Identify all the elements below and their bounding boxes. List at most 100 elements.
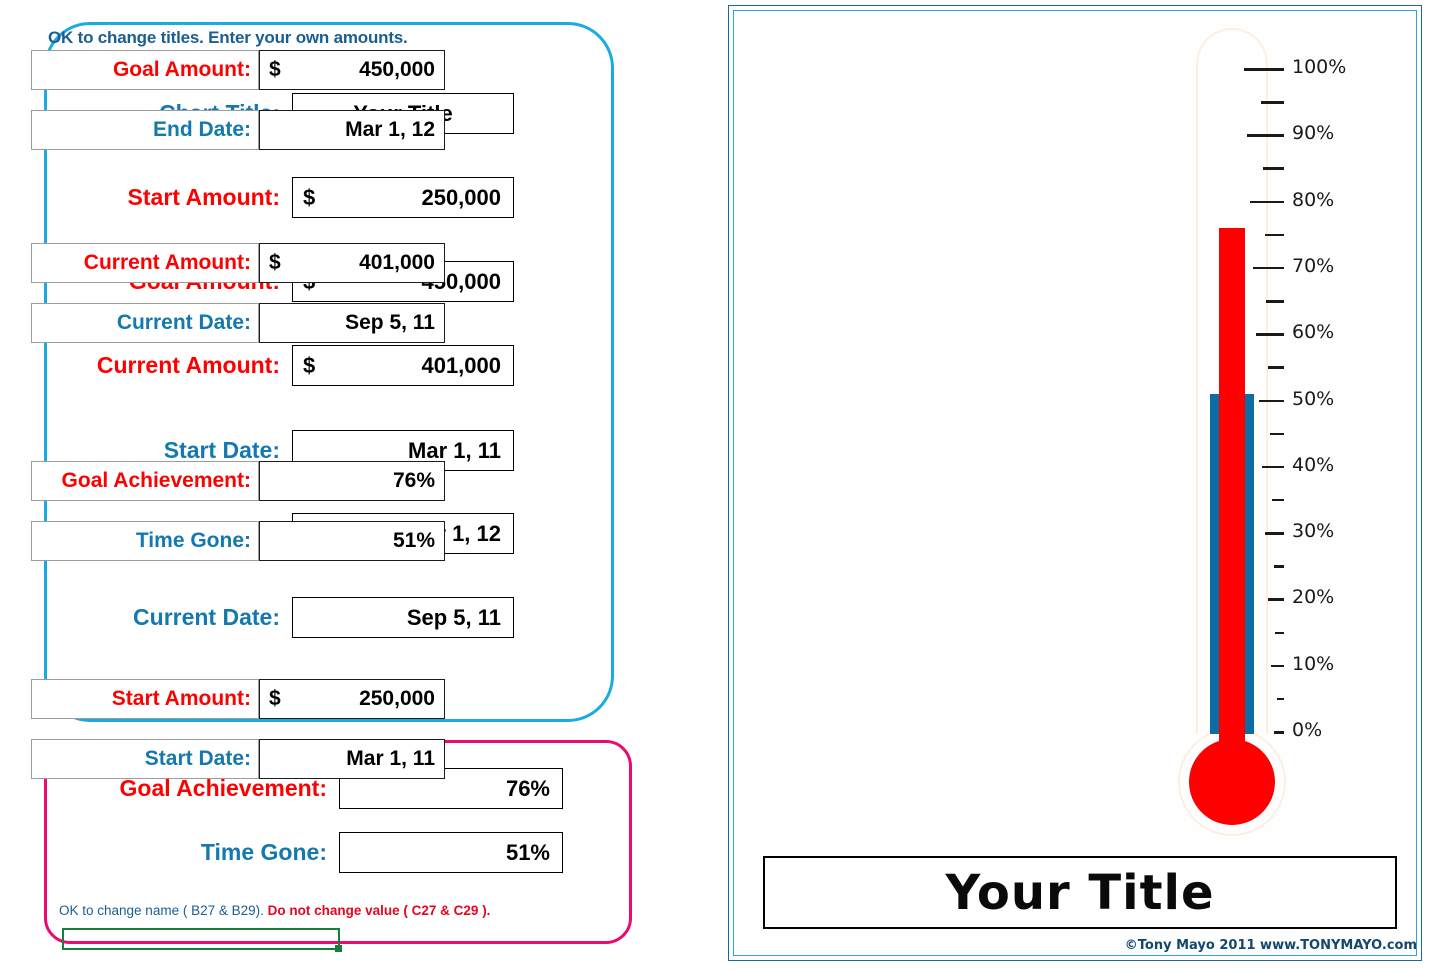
chart-panel: [728, 5, 1422, 961]
input-panel-hint: OK to change titles. Enter your own amou…: [48, 28, 408, 47]
chart-row-goal-amount: Goal Amount: $ 450,000: [31, 50, 445, 90]
chart-amount-goal-achievement: 76%: [392, 469, 435, 492]
chart-row-end-date: End Date: Mar 1, 12: [31, 110, 445, 150]
chart-amount-end-date: Mar 1, 12: [345, 118, 435, 141]
chart-label-end-date: End Date:: [31, 110, 259, 150]
thermometer-tick-major: [1262, 465, 1284, 469]
chart-row-start-date: Start Date: Mar 1, 11: [31, 739, 445, 779]
thermometer-tick-major: [1247, 134, 1284, 137]
field-row-current-date[interactable]: Current Date: Sep 5, 11: [0, 597, 520, 638]
field-value-start-date: Mar 1, 11: [408, 437, 501, 463]
chart-value-current-date: Sep 5, 11: [259, 303, 445, 343]
thermometer-tick-label: 30%: [1292, 520, 1335, 543]
thermometer-tick-major: [1274, 731, 1284, 734]
chart-amount-start-date: Mar 1, 11: [346, 747, 435, 770]
thermometer-tick-minor: [1268, 366, 1284, 369]
copyright-notice: ©Tony Mayo 2011 www.TONYMAYO.com: [1124, 938, 1417, 953]
chart-amount-start-amount: 250,000: [359, 687, 435, 710]
thermometer-tick-label: 0%: [1292, 719, 1323, 741]
thermometer-tick-minor: [1269, 432, 1284, 436]
field-value-current-amount: 401,000: [421, 352, 501, 378]
chart-amount-current-date: Sep 5, 11: [345, 311, 435, 334]
field-label-current-amount: Current Amount:: [96, 352, 280, 378]
thermometer-tick-major: [1259, 399, 1284, 402]
field-label-start-amount: Start Amount:: [127, 184, 280, 210]
thermometer-tick-major: [1268, 598, 1284, 601]
thermometer-tick-major: [1253, 266, 1284, 270]
chart-label-start-date: Start Date:: [31, 739, 259, 779]
chart-panel-inner-border: [733, 10, 1417, 956]
field-input-start-amount[interactable]: $ 250,000: [292, 177, 514, 218]
result-label-time-gone: Time Gone:: [200, 839, 327, 865]
thermometer-tick-minor: [1275, 631, 1284, 635]
field-label-current-date: Current Date:: [133, 604, 280, 630]
chart-row-start-amount: Start Amount: $ 250,000: [31, 679, 445, 719]
thermometer-tick-label: 80%: [1292, 188, 1335, 211]
chart-label-time-gone: Time Gone:: [31, 521, 259, 561]
currency-symbol-current-amount: $: [303, 352, 316, 378]
thermometer-tick-label: 90%: [1292, 122, 1335, 145]
result-label-goal-achievement: Goal Achievement:: [119, 775, 327, 801]
field-row-current-amount[interactable]: Current Amount: $ 401,000: [0, 345, 520, 386]
chart-value-current-amount: $ 401,000: [259, 243, 445, 283]
chart-row-goal-achievement: Goal Achievement: 76%: [31, 461, 445, 501]
chart-value-goal-achievement: 76%: [259, 461, 445, 501]
results-note: OK to change name ( B27 & B29). Do not c…: [59, 903, 490, 918]
chart-value-end-date: Mar 1, 12: [259, 110, 445, 150]
thermometer-tick-label: 50%: [1292, 387, 1335, 410]
result-row-time-gone: Time Gone: 51%: [47, 832, 607, 873]
results-note-warning: Do not change value ( C27 & C29 ).: [267, 903, 491, 918]
thermometer-tick-major: [1250, 200, 1284, 204]
thermometer-tick-major: [1244, 68, 1284, 71]
thermometer-bulb: [1189, 739, 1275, 825]
result-value-time-gone: 51%: [505, 839, 550, 865]
chart-label-goal-amount: Goal Amount:: [31, 50, 259, 90]
thermometer-tick-minor: [1277, 697, 1284, 701]
chart-label-start-amount: Start Amount:: [31, 679, 259, 719]
result-value-goal-achievement: 76%: [505, 775, 550, 801]
chart-amount-current-amount: 401,000: [359, 251, 435, 274]
thermometer-tick-minor: [1266, 300, 1284, 303]
thermometer-tick-major: [1256, 333, 1284, 336]
chart-currency-current-amount: $: [269, 251, 281, 274]
field-input-current-date[interactable]: Sep 5, 11: [292, 597, 514, 638]
thermometer-tick-label: 100%: [1292, 56, 1347, 78]
chart-value-time-gone: 51%: [259, 521, 445, 561]
chart-label-current-amount: Current Amount:: [31, 243, 259, 283]
chart-title-box: Your Title: [763, 856, 1397, 929]
thermometer-tick-label: 10%: [1292, 652, 1335, 675]
chart-value-start-date: Mar 1, 11: [259, 739, 445, 779]
thermometer-tick-label: 60%: [1292, 321, 1335, 344]
thermometer-tick-label: 40%: [1292, 453, 1335, 476]
chart-currency-start-amount: $: [269, 687, 281, 710]
chart-value-goal-amount: $ 450,000: [259, 50, 445, 90]
field-row-start-amount[interactable]: Start Amount: $ 250,000: [0, 177, 520, 218]
thermometer-tick-label: 70%: [1292, 254, 1335, 277]
field-input-current-amount[interactable]: $ 401,000: [292, 345, 514, 386]
thermometer-tick-minor: [1262, 167, 1284, 170]
thermometer-tick-minor: [1273, 565, 1284, 568]
chart-amount-time-gone: 51%: [392, 529, 435, 552]
results-note-ok: OK to change name ( B27 & B29).: [59, 903, 264, 918]
field-value-start-amount: 250,000: [421, 184, 501, 210]
chart-label-goal-achievement: Goal Achievement:: [31, 461, 259, 501]
chart-title-text: Your Title: [945, 864, 1215, 921]
currency-symbol-start-amount: $: [303, 184, 316, 210]
chart-label-current-date: Current Date:: [31, 303, 259, 343]
chart-row-current-amount: Current Amount: $ 401,000: [31, 243, 445, 283]
fill-handle[interactable]: [335, 945, 342, 952]
field-label-start-date: Start Date:: [163, 437, 280, 463]
thermometer-tick-minor: [1260, 101, 1284, 104]
thermometer-tick-minor: [1271, 498, 1284, 502]
field-value-current-date: Sep 5, 11: [406, 604, 501, 630]
chart-value-start-amount: $ 250,000: [259, 679, 445, 719]
thermometer-tick-label: 20%: [1292, 586, 1335, 609]
thermometer-gauge: 0% 10% 20% 30% 40% 50% 60% 70% 80% 90% 100%: [1178, 28, 1346, 836]
thermometer-tick-major: [1271, 664, 1284, 668]
chart-amount-goal-amount: 450,000: [359, 58, 435, 81]
chart-currency-goal-amount: $: [269, 58, 281, 81]
thermometer-tick-minor: [1264, 233, 1284, 237]
cell-selection-marquee[interactable]: [62, 928, 342, 952]
thermometer-bar-goal-achievement: [1219, 228, 1245, 750]
chart-row-time-gone: Time Gone: 51%: [31, 521, 445, 561]
